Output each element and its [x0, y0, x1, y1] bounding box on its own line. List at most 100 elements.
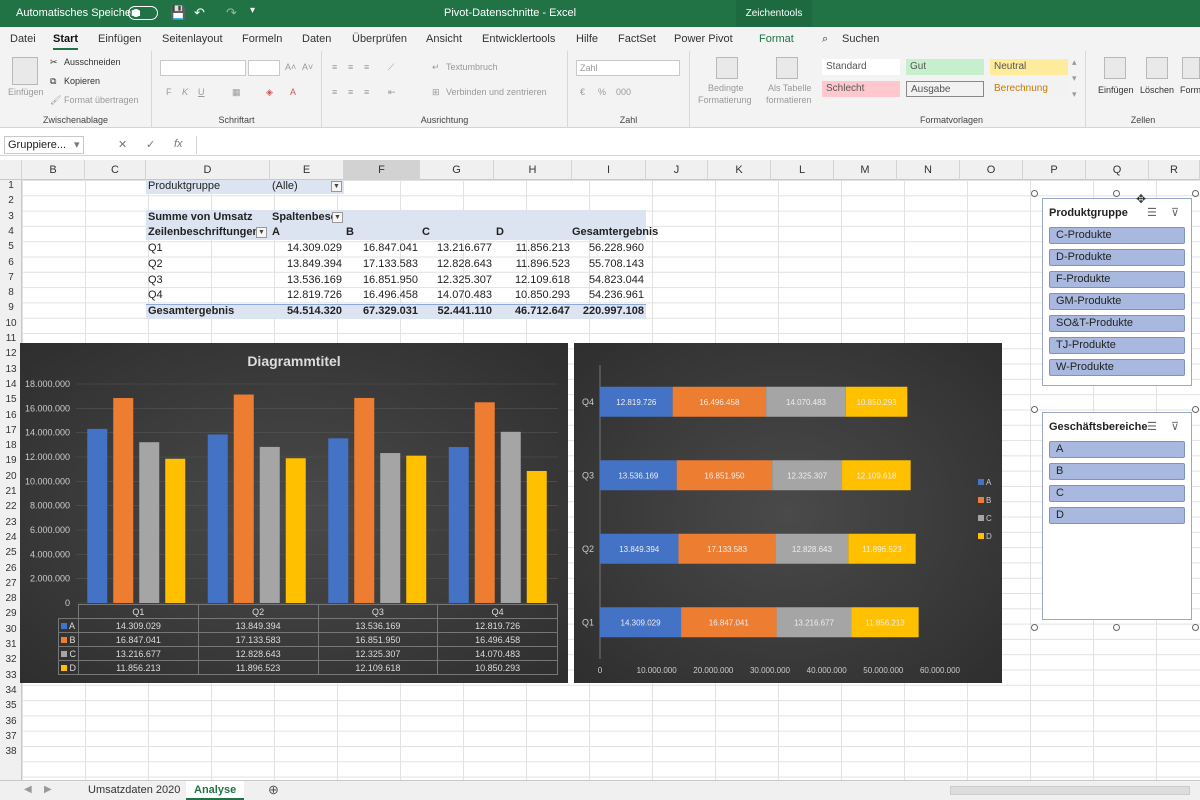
- row-header[interactable]: 11: [0, 333, 22, 348]
- font-name-select[interactable]: [160, 60, 246, 76]
- tab-hilfe[interactable]: Hilfe: [576, 33, 598, 45]
- row-header[interactable]: 30: [0, 624, 22, 639]
- prev-sheet-icon[interactable]: ◀: [24, 784, 32, 795]
- delete-cells-icon[interactable]: [1146, 57, 1168, 79]
- stacked-bar-chart[interactable]: 0 10.000.000 20.000.000 30.000.000 40.000.00…: [574, 343, 1002, 683]
- fill-color-icon[interactable]: ◈: [266, 87, 273, 98]
- sheet-tab-active[interactable]: Analyse: [186, 781, 245, 800]
- qat-customize-icon[interactable]: ▾: [250, 5, 255, 16]
- column-header[interactable]: R: [1149, 160, 1200, 180]
- clear-filter-icon[interactable]: ⊽: [1171, 206, 1179, 219]
- search-icon[interactable]: ⌕: [822, 33, 828, 46]
- select-all-corner[interactable]: [0, 160, 22, 180]
- tab-einfuegen[interactable]: Einfügen: [98, 33, 141, 45]
- sheet-tab[interactable]: Umsatzdaten 2020: [80, 781, 188, 800]
- format-cells-button[interactable]: Form: [1180, 85, 1200, 95]
- row-header[interactable]: 31: [0, 639, 22, 654]
- row-header[interactable]: 16: [0, 410, 22, 425]
- column-header[interactable]: F: [344, 160, 420, 180]
- row-header[interactable]: 27: [0, 578, 22, 593]
- grow-font-icon[interactable]: A˄: [285, 62, 296, 72]
- row-header[interactable]: 32: [0, 654, 22, 669]
- slicer-item[interactable]: A: [1049, 441, 1185, 458]
- column-chart[interactable]: Diagrammtitel 0 2.000.000 4.000.000 6.000.0…: [20, 343, 568, 683]
- slicer-item[interactable]: B: [1049, 463, 1185, 480]
- row-header[interactable]: 26: [0, 563, 22, 578]
- pivot-column-dropdown-icon[interactable]: ▼: [332, 212, 343, 223]
- paste-icon[interactable]: [12, 57, 38, 85]
- percent-icon[interactable]: %: [598, 87, 606, 97]
- conditional-formatting-line1[interactable]: Bedingte: [708, 83, 744, 93]
- tab-start[interactable]: Start: [53, 33, 79, 50]
- format-as-table-line2[interactable]: formatieren: [766, 95, 812, 105]
- row-header[interactable]: 19: [0, 455, 22, 470]
- column-header[interactable]: O: [960, 160, 1023, 180]
- row-header[interactable]: 23: [0, 517, 22, 532]
- row-header[interactable]: 3: [0, 211, 22, 226]
- name-box-dropdown-icon[interactable]: ▾: [74, 138, 80, 151]
- wrap-text-button[interactable]: Textumbruch: [446, 62, 498, 72]
- format-painter-button[interactable]: Format übertragen: [64, 95, 139, 105]
- enter-icon[interactable]: ✓: [146, 138, 155, 151]
- row-header[interactable]: 37: [0, 731, 22, 746]
- row-header[interactable]: 8: [0, 287, 22, 302]
- wrap-text-icon[interactable]: ↵: [432, 62, 440, 73]
- row-header[interactable]: 14: [0, 379, 22, 394]
- column-header[interactable]: P: [1023, 160, 1086, 180]
- insert-cells-button[interactable]: Einfügen: [1098, 85, 1134, 95]
- row-header[interactable]: 38: [0, 746, 22, 761]
- format-painter-icon[interactable]: 🖌: [50, 95, 61, 106]
- cancel-icon[interactable]: ✕: [118, 138, 127, 151]
- resize-handle[interactable]: [1031, 190, 1038, 197]
- row-header[interactable]: 24: [0, 532, 22, 547]
- resize-handle[interactable]: [1192, 406, 1199, 413]
- format-as-table-icon[interactable]: [776, 57, 798, 79]
- column-header[interactable]: Q: [1086, 160, 1149, 180]
- cut-button[interactable]: Ausschneiden: [64, 57, 121, 67]
- row-header[interactable]: 12: [0, 348, 22, 363]
- row-header[interactable]: 25: [0, 547, 22, 562]
- tab-seitenlayout[interactable]: Seitenlayout: [162, 33, 223, 45]
- name-box[interactable]: Gruppiere...: [4, 136, 84, 154]
- font-size-select[interactable]: [248, 60, 280, 76]
- slicer-item[interactable]: W-Produkte: [1049, 359, 1185, 376]
- column-header[interactable]: J: [646, 160, 708, 180]
- resize-handle[interactable]: [1192, 624, 1199, 631]
- row-header[interactable]: 6: [0, 257, 22, 272]
- align-bottom-icon[interactable]: ≡: [364, 62, 369, 72]
- align-left-icon[interactable]: ≡: [332, 87, 337, 97]
- column-header[interactable]: B: [22, 160, 85, 180]
- save-icon[interactable]: 💾: [170, 5, 186, 21]
- font-color-icon[interactable]: A: [290, 87, 296, 97]
- insert-function-icon[interactable]: fx: [174, 138, 183, 150]
- delete-cells-button[interactable]: Löschen: [1140, 85, 1174, 95]
- styles-more-icon[interactable]: ▾: [1072, 89, 1077, 100]
- italic-button[interactable]: K: [182, 87, 188, 97]
- resize-handle[interactable]: [1031, 624, 1038, 631]
- styles-scroll-up-icon[interactable]: ▴: [1072, 57, 1077, 68]
- row-header[interactable]: 36: [0, 716, 22, 731]
- slicer-item[interactable]: D-Produkte: [1049, 249, 1185, 266]
- column-header[interactable]: G: [420, 160, 494, 180]
- orientation-icon[interactable]: ⟋: [388, 62, 394, 73]
- autosave-toggle[interactable]: [128, 6, 158, 20]
- pivot-row-dropdown-icon[interactable]: ▼: [256, 227, 267, 238]
- pivot-filter-value[interactable]: (Alle): [272, 179, 298, 194]
- row-header[interactable]: 21: [0, 486, 22, 501]
- row-header[interactable]: 22: [0, 501, 22, 516]
- resize-handle[interactable]: [1113, 190, 1120, 197]
- row-header[interactable]: 2: [0, 195, 22, 210]
- currency-icon[interactable]: €: [580, 87, 585, 97]
- pivot-filter-dropdown-icon[interactable]: ▼: [331, 181, 342, 192]
- indent-icon[interactable]: ⇤: [388, 87, 396, 98]
- tab-formeln[interactable]: Formeln: [242, 33, 282, 45]
- clear-filter-icon[interactable]: ⊽: [1171, 420, 1179, 433]
- format-cells-icon[interactable]: [1182, 57, 1200, 79]
- align-middle-icon[interactable]: ≡: [348, 62, 353, 72]
- align-top-icon[interactable]: ≡: [332, 62, 337, 72]
- tab-ueberpruefen[interactable]: Überprüfen: [352, 33, 407, 45]
- tab-ansicht[interactable]: Ansicht: [426, 33, 462, 45]
- slicer-item[interactable]: F-Produkte: [1049, 271, 1185, 288]
- slicer-item[interactable]: TJ-Produkte: [1049, 337, 1185, 354]
- shrink-font-icon[interactable]: A˅: [302, 62, 313, 72]
